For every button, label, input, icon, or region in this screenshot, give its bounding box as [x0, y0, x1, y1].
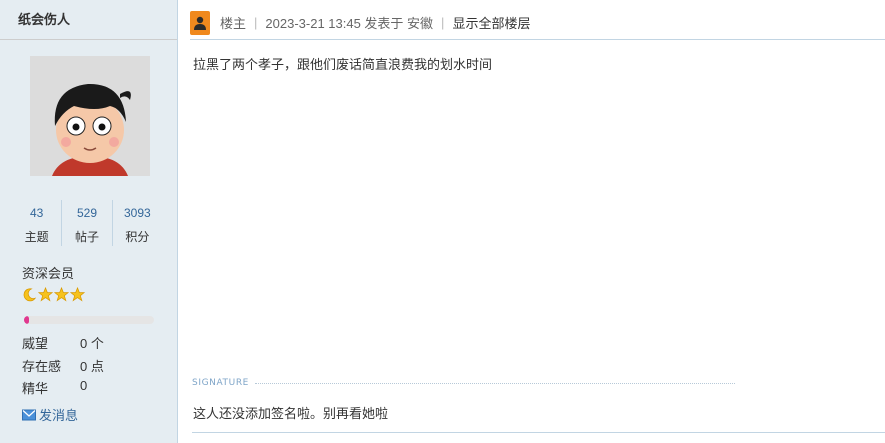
credit-progress-bar	[24, 316, 154, 324]
original-poster-icon	[190, 10, 210, 35]
stat-value[interactable]: 43	[12, 206, 61, 220]
info-presence: 存在感 0 点	[22, 356, 104, 375]
stat-label: 积分	[125, 230, 150, 244]
stat-posts[interactable]: 529 帖子	[61, 200, 111, 246]
info-prestige: 威望 0 个	[22, 333, 104, 352]
post-bottom-divider	[192, 432, 885, 433]
info-value: 0	[80, 378, 88, 393]
credit-progress-fill	[24, 316, 30, 324]
rank-stars	[22, 287, 85, 305]
envelope-icon	[22, 409, 36, 420]
send-message-label: 发消息	[39, 408, 79, 423]
star-icon	[38, 287, 53, 302]
post-meta: 2023-3-21 13:45 发表于 安徽	[265, 16, 434, 31]
star-icon	[54, 287, 69, 302]
divider: |	[254, 15, 258, 30]
info-key: 精华	[22, 381, 49, 396]
divider: |	[441, 15, 445, 30]
user-group[interactable]: 资深会员	[22, 263, 74, 282]
moon-icon	[23, 288, 37, 302]
stat-threads[interactable]: 43 主题	[12, 200, 61, 246]
info-digest: 精华 0	[22, 378, 87, 397]
star-icon	[70, 287, 85, 302]
post-header: 楼主 | 2023-3-21 13:45 发表于 安徽 | 显示全部楼层	[190, 10, 885, 40]
signature-label: SIGNATURE	[192, 378, 249, 388]
post-content: 拉黑了两个孝子，跟他们废话简直浪费我的划水时间	[193, 57, 493, 72]
signature-divider	[255, 383, 735, 384]
author-name[interactable]: 纸会伤人	[0, 0, 177, 40]
stat-points[interactable]: 3093 积分	[111, 200, 162, 246]
author-tag: 楼主	[220, 16, 247, 31]
info-key: 威望	[22, 336, 49, 351]
info-value: 0 点	[80, 359, 104, 374]
info-key: 存在感	[22, 359, 62, 374]
avatar[interactable]	[30, 56, 150, 176]
signature-text: 这人还没添加签名啦。别再看她啦	[193, 406, 389, 421]
show-all-floors-link[interactable]: 显示全部楼层	[452, 13, 530, 32]
stat-label: 主题	[24, 230, 49, 244]
info-value: 0 个	[80, 336, 104, 351]
send-message-button[interactable]: 发消息	[22, 405, 78, 424]
author-stats: 43 主题 529 帖子 3093 积分	[12, 200, 162, 246]
stat-label: 帖子	[74, 230, 99, 244]
stat-value[interactable]: 3093	[113, 206, 162, 220]
stat-value[interactable]: 529	[62, 206, 111, 220]
author-sidebar: 纸会伤人 43 主题 529 帖子 3093 积分 资深会员 威望 0 个 存在…	[0, 0, 178, 443]
